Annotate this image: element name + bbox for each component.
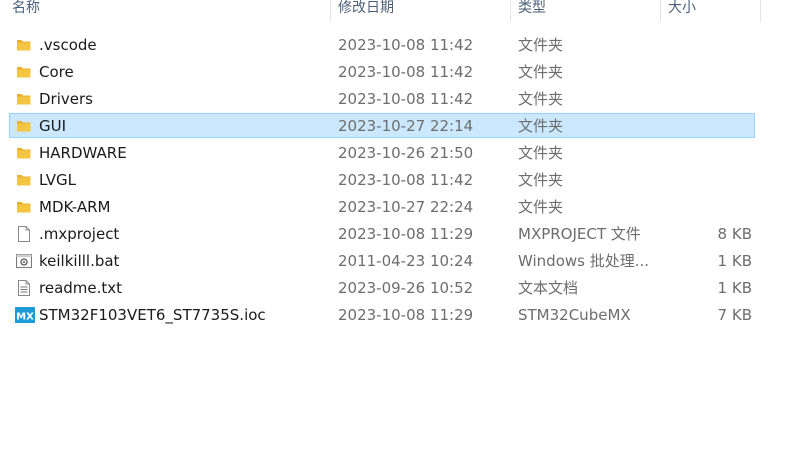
file-type: 文件夹	[518, 36, 564, 54]
batch-file-icon	[15, 252, 33, 270]
file-type: 文本文档	[518, 279, 579, 297]
folder-icon	[15, 117, 33, 135]
file-type: 文件夹	[518, 117, 564, 135]
file-row[interactable]: readme.txt 2023-09-26 10:52 文本文档 1 KB	[9, 275, 755, 300]
file-size	[660, 168, 752, 193]
file-modified-date: 2023-10-08 11:29	[338, 306, 474, 324]
file-row[interactable]: MDK-ARM 2023-10-27 22:24 文件夹	[9, 194, 755, 219]
file-explorer: 名称 修改日期 类型 大小 .vscode 2023-10-08 11:42 文件夹…	[0, 0, 805, 471]
folder-icon	[15, 90, 33, 108]
blank-file-icon	[15, 225, 33, 243]
folder-icon	[15, 144, 33, 162]
file-type: 文件夹	[518, 90, 564, 108]
file-name: GUI	[39, 117, 67, 135]
mx-file-icon: MX	[15, 306, 35, 324]
file-size	[660, 33, 752, 58]
file-name: STM32F103VET6_ST7735S.ioc	[39, 306, 266, 324]
file-name: LVGL	[39, 171, 76, 189]
file-row[interactable]: HARDWARE 2023-10-26 21:50 文件夹	[9, 140, 755, 165]
folder-icon	[15, 198, 33, 216]
file-name: keilkilll.bat	[39, 252, 120, 270]
file-size	[660, 195, 752, 220]
file-type: STM32CubeMX	[518, 306, 631, 324]
file-modified-date: 2011-04-23 10:24	[338, 252, 474, 270]
file-name: .vscode	[39, 36, 97, 54]
file-modified-date: 2023-10-08 11:42	[338, 63, 474, 81]
column-header-date[interactable]: 修改日期	[330, 0, 510, 22]
file-modified-date: 2023-10-27 22:24	[338, 198, 474, 216]
file-row[interactable]: MX STM32F103VET6_ST7735S.ioc 2023-10-08 11…	[9, 302, 755, 327]
file-type: 文件夹	[518, 144, 564, 162]
column-header: 名称 修改日期 类型 大小	[0, 0, 805, 22]
column-header-type[interactable]: 类型	[510, 0, 660, 22]
file-row[interactable]: Core 2023-10-08 11:42 文件夹	[9, 59, 755, 84]
file-modified-date: 2023-09-26 10:52	[338, 279, 474, 297]
file-modified-date: 2023-10-08 11:29	[338, 225, 474, 243]
file-modified-date: 2023-10-26 21:50	[338, 144, 474, 162]
column-divider[interactable]	[760, 0, 761, 22]
file-size	[660, 87, 752, 112]
file-modified-date: 2023-10-27 22:14	[338, 117, 474, 135]
column-header-name[interactable]: 名称	[4, 0, 330, 22]
file-size	[660, 114, 752, 139]
file-type: MXPROJECT 文件	[518, 225, 641, 243]
text-file-icon	[15, 279, 33, 297]
file-name: readme.txt	[39, 279, 123, 297]
file-name: Drivers	[39, 90, 93, 108]
file-modified-date: 2023-10-08 11:42	[338, 90, 474, 108]
folder-icon	[15, 171, 33, 189]
file-type: 文件夹	[518, 198, 564, 216]
file-type: 文件夹	[518, 63, 564, 81]
file-name: Core	[39, 63, 74, 81]
file-row[interactable]: LVGL 2023-10-08 11:42 文件夹	[9, 167, 755, 192]
svg-text:MX: MX	[16, 312, 34, 323]
file-type: Windows 批处理...	[518, 252, 650, 270]
file-row[interactable]: .vscode 2023-10-08 11:42 文件夹	[9, 32, 755, 57]
file-modified-date: 2023-10-08 11:42	[338, 171, 474, 189]
file-size	[660, 60, 752, 85]
file-row[interactable]: .mxproject 2023-10-08 11:29 MXPROJECT 文件 8 …	[9, 221, 755, 246]
file-size: 8 KB	[717, 225, 752, 243]
file-size: 1 KB	[717, 252, 752, 270]
column-header-size[interactable]: 大小	[660, 0, 760, 22]
file-modified-date: 2023-10-08 11:42	[338, 36, 474, 54]
file-name: MDK-ARM	[39, 198, 111, 216]
file-row[interactable]: GUI 2023-10-27 22:14 文件夹	[9, 113, 755, 138]
file-size: 1 KB	[717, 279, 752, 297]
file-name: .mxproject	[39, 225, 120, 243]
file-size	[660, 141, 752, 166]
file-size: 7 KB	[717, 306, 752, 324]
file-row[interactable]: Drivers 2023-10-08 11:42 文件夹	[9, 86, 755, 111]
file-name: HARDWARE	[39, 144, 127, 162]
file-row[interactable]: keilkilll.bat 2011-04-23 10:24 Windows 批处理…	[9, 248, 755, 273]
folder-icon	[15, 36, 33, 54]
file-type: 文件夹	[518, 171, 564, 189]
folder-icon	[15, 63, 33, 81]
